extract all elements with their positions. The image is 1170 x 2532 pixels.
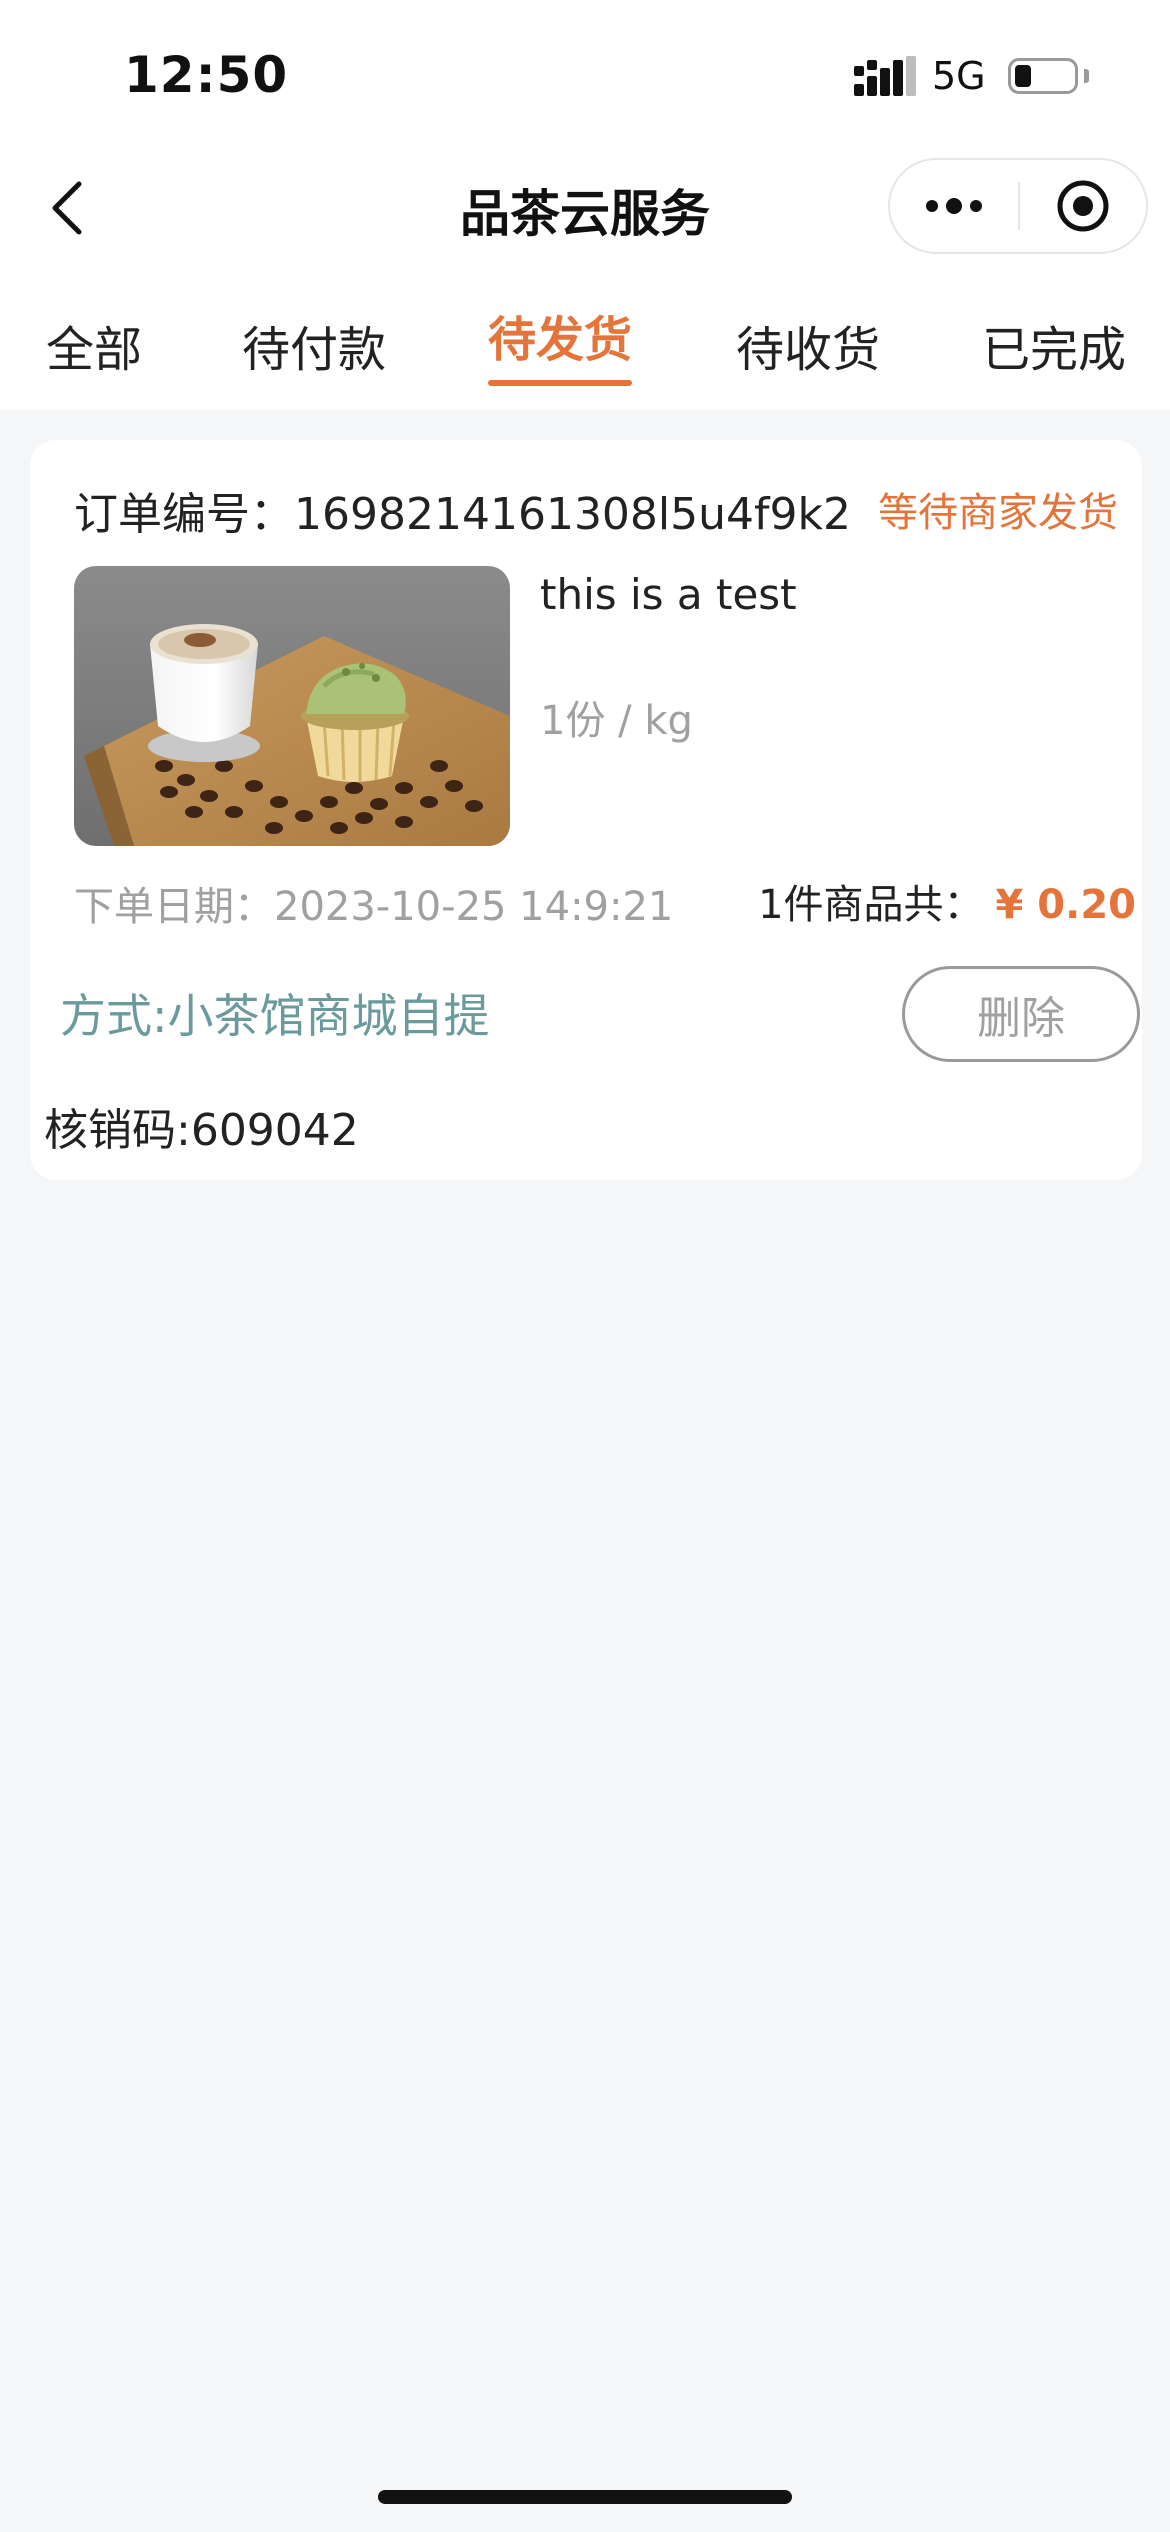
miniprogram-capsule: [888, 158, 1148, 254]
battery-icon: [1008, 58, 1078, 94]
tab-pending-receipt[interactable]: 待收货: [736, 310, 880, 380]
signal-icon: [854, 56, 916, 96]
order-status: 等待商家发货: [878, 490, 1118, 536]
verification-code: 核销码:609042: [44, 1105, 359, 1156]
more-dots-icon: [926, 198, 982, 214]
order-date-label: 下单日期：: [74, 884, 274, 930]
order-summary: 1件商品共： ¥ 0.20: [758, 872, 1136, 930]
status-time: 12:50: [124, 46, 289, 104]
target-close-icon: [1057, 180, 1109, 232]
tab-all[interactable]: 全部: [46, 310, 142, 380]
delete-order-button[interactable]: 删除: [902, 966, 1140, 1062]
product-image[interactable]: [74, 566, 510, 846]
coffee-cupcake-photo: [74, 566, 510, 846]
delivery-method: 方式:小茶馆商城自提: [60, 989, 490, 1043]
battery-tip: [1084, 69, 1089, 83]
close-miniprogram-button[interactable]: [1020, 160, 1146, 252]
tab-completed[interactable]: 已完成: [982, 310, 1126, 380]
order-number-value: 1698214161308l5u4f9k2: [294, 489, 851, 540]
network-label: 5G: [932, 54, 986, 98]
product-name: this is a test: [540, 570, 797, 619]
order-number-label: 订单编号：: [74, 489, 294, 540]
product-spec: 1份 / kg: [540, 698, 693, 744]
order-summary-label: 1件商品共：: [758, 882, 984, 928]
order-total-price: ¥ 0.20: [995, 882, 1136, 928]
active-tab-indicator: [488, 380, 632, 386]
tab-pending-shipment[interactable]: 待发货: [488, 300, 632, 370]
more-button[interactable]: [890, 160, 1018, 252]
order-card[interactable]: 订单编号：1698214161308l5u4f9k2 等待商家发货 this i…: [30, 440, 1142, 1180]
order-date-value: 2023-10-25 14:9:21: [274, 884, 674, 930]
order-date: 下单日期：2023-10-25 14:9:21: [74, 874, 673, 932]
home-indicator[interactable]: [378, 2490, 792, 2504]
order-number: 订单编号：1698214161308l5u4f9k2: [74, 478, 851, 542]
order-tabs: 全部 待付款 待发货 待收货 已完成: [0, 292, 1170, 392]
tab-pending-payment[interactable]: 待付款: [242, 310, 386, 380]
header: 12:50 5G 品茶云服务 全部 待付款 待发货 待收货 已完成: [0, 0, 1170, 410]
